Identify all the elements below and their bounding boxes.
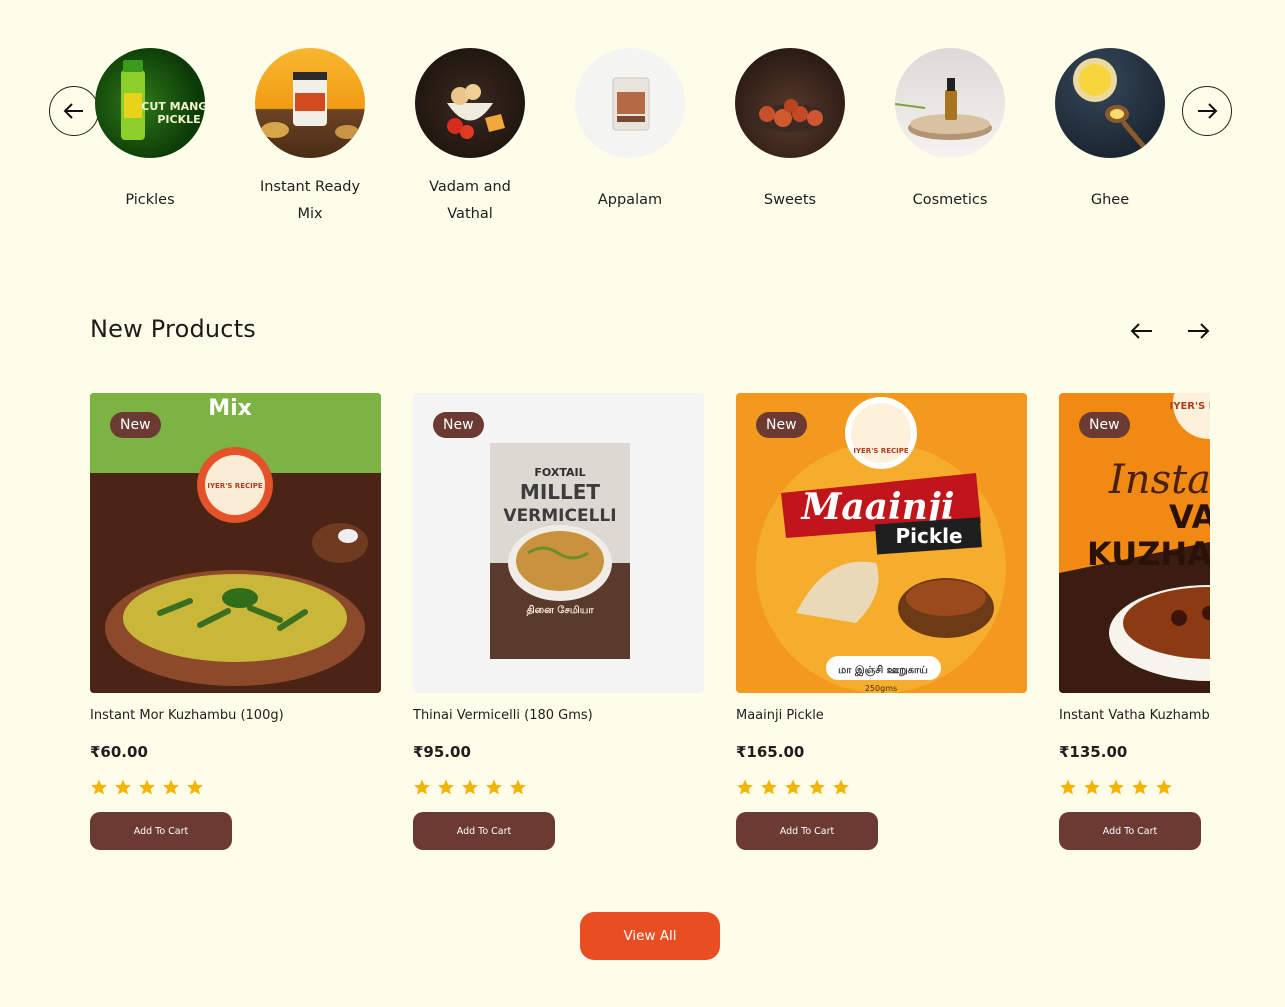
star-icon — [1132, 779, 1148, 795]
star-icon — [809, 779, 825, 795]
star-icon — [785, 779, 801, 795]
svg-text:FOXTAIL: FOXTAIL — [534, 466, 585, 479]
star-icon — [462, 779, 478, 795]
product-carousel: Mix IYER'S RECIPE New Instant Mor Kuzham… — [90, 393, 1210, 863]
appalam-pack-image — [575, 48, 685, 158]
product-name[interactable]: Instant Mor Kuzhambu (100g) — [90, 708, 381, 723]
products-next-button[interactable] — [1185, 318, 1211, 344]
svg-text:Pickle: Pickle — [895, 524, 962, 548]
new-badge: New — [756, 412, 807, 438]
add-to-cart-button[interactable]: Add To Cart — [90, 812, 232, 850]
product-name[interactable]: Maainji Pickle — [736, 708, 1027, 723]
add-to-cart-button[interactable]: Add To Cart — [1059, 812, 1201, 850]
svg-text:250gms: 250gms — [865, 684, 897, 693]
add-to-cart-button[interactable]: Add To Cart — [413, 812, 555, 850]
svg-text:மா இஞ்சி ஊறுகாய்: மா இஞ்சி ஊறுகாய் — [838, 664, 928, 676]
add-to-cart-button[interactable]: Add To Cart — [736, 812, 878, 850]
vadam-bowl-image — [415, 48, 525, 158]
star-icon — [414, 779, 430, 795]
product-image[interactable]: IYER'S RECIPE Maainji Pickle மா இஞ்சி ஊற… — [736, 393, 1027, 693]
product-card[interactable]: FOXTAIL MILLET VERMICELLI தினை சேமியா Ne… — [413, 393, 704, 850]
star-icon — [1108, 779, 1124, 795]
star-rating — [736, 778, 1027, 796]
svg-text:IYER'S RECIPE: IYER'S RECIPE — [1170, 401, 1211, 412]
svg-text:MILLET: MILLET — [520, 480, 600, 504]
svg-text:IYER'S RECIPE: IYER'S RECIPE — [853, 447, 909, 455]
new-badge: New — [1079, 412, 1130, 438]
products-prev-button[interactable] — [1129, 318, 1155, 344]
product-name[interactable]: Thinai Vermicelli (180 Gms) — [413, 708, 704, 723]
star-rating — [1059, 778, 1210, 796]
arrow-left-icon — [1130, 323, 1152, 339]
category-label: Pickles — [125, 192, 175, 208]
star-icon — [91, 779, 107, 795]
star-icon — [1084, 779, 1100, 795]
category-appalam[interactable]: Appalam — [550, 48, 710, 214]
star-rating — [413, 778, 704, 796]
star-icon — [486, 779, 502, 795]
star-icon — [833, 779, 849, 795]
category-cosmetics[interactable]: Cosmetics — [870, 48, 1030, 214]
star-rating — [90, 778, 381, 796]
star-icon — [1156, 779, 1172, 795]
section-title: New Products — [90, 315, 257, 343]
star-icon — [139, 779, 155, 795]
star-icon — [187, 779, 203, 795]
product-name[interactable]: Instant Vatha Kuzhambu — [1059, 708, 1210, 723]
product-card[interactable]: Mix IYER'S RECIPE New Instant Mor Kuzham… — [90, 393, 381, 850]
new-badge: New — [110, 412, 161, 438]
svg-text:Instant: Instant — [1108, 457, 1210, 503]
category-instant-ready-mix[interactable]: Instant Ready Mix — [230, 48, 390, 228]
category-sweets[interactable]: Sweets — [710, 48, 870, 214]
product-price: ₹95.00 — [413, 743, 471, 761]
svg-text:VATHA: VATHA — [1169, 498, 1210, 536]
svg-text:VERMICELLI: VERMICELLI — [503, 506, 616, 526]
arrow-right-icon — [1198, 103, 1218, 119]
oil-bottle-image — [895, 48, 1005, 158]
star-icon — [737, 779, 753, 795]
star-icon — [438, 779, 454, 795]
product-card[interactable]: IYER'S RECIPE Instant VATHA KUZHAMBU New… — [1059, 393, 1210, 850]
star-icon — [163, 779, 179, 795]
category-ghee[interactable]: Ghee — [1030, 48, 1190, 214]
category-label: Ghee — [1090, 192, 1130, 208]
product-price: ₹135.00 — [1059, 743, 1128, 761]
product-price: ₹60.00 — [90, 743, 148, 761]
ghee-spoon-image — [1055, 48, 1165, 158]
instant-mix-jar-image — [255, 48, 365, 158]
category-pickles[interactable]: CUT MANGO PICKLE Pickles — [70, 48, 230, 214]
svg-text:KUZHAMBU: KUZHAMBU — [1087, 535, 1210, 573]
category-next-button[interactable] — [1182, 86, 1232, 136]
product-price: ₹165.00 — [736, 743, 805, 761]
category-label: Appalam — [597, 192, 663, 208]
svg-text:தினை சேமியா: தினை சேமியா — [526, 604, 594, 616]
product-image[interactable]: Mix IYER'S RECIPE — [90, 393, 381, 693]
arrow-right-icon — [1188, 323, 1210, 339]
category-label: Sweets — [763, 192, 817, 208]
star-icon — [1060, 779, 1076, 795]
mix-label: Mix — [208, 396, 252, 421]
star-icon — [761, 779, 777, 795]
category-label: Instant Ready Mix — [259, 179, 361, 222]
star-icon — [115, 779, 131, 795]
sweets-plate-image — [735, 48, 845, 158]
product-image[interactable]: IYER'S RECIPE Instant VATHA KUZHAMBU — [1059, 393, 1210, 693]
view-all-button[interactable]: View All — [580, 912, 720, 960]
product-card[interactable]: IYER'S RECIPE Maainji Pickle மா இஞ்சி ஊற… — [736, 393, 1027, 850]
svg-text:CUT MANGO: CUT MANGO — [141, 100, 205, 113]
svg-text:IYER'S RECIPE: IYER'S RECIPE — [207, 482, 263, 490]
category-vadam-and-vathal[interactable]: Vadam and Vathal — [390, 48, 550, 228]
star-icon — [510, 779, 526, 795]
pickles-bottle-image: CUT MANGO PICKLE — [95, 48, 205, 158]
category-label: Vadam and Vathal — [429, 179, 511, 222]
product-image[interactable]: FOXTAIL MILLET VERMICELLI தினை சேமியா — [413, 393, 704, 693]
category-label: Cosmetics — [912, 192, 988, 208]
svg-text:PICKLE: PICKLE — [157, 113, 200, 126]
new-badge: New — [433, 412, 484, 438]
